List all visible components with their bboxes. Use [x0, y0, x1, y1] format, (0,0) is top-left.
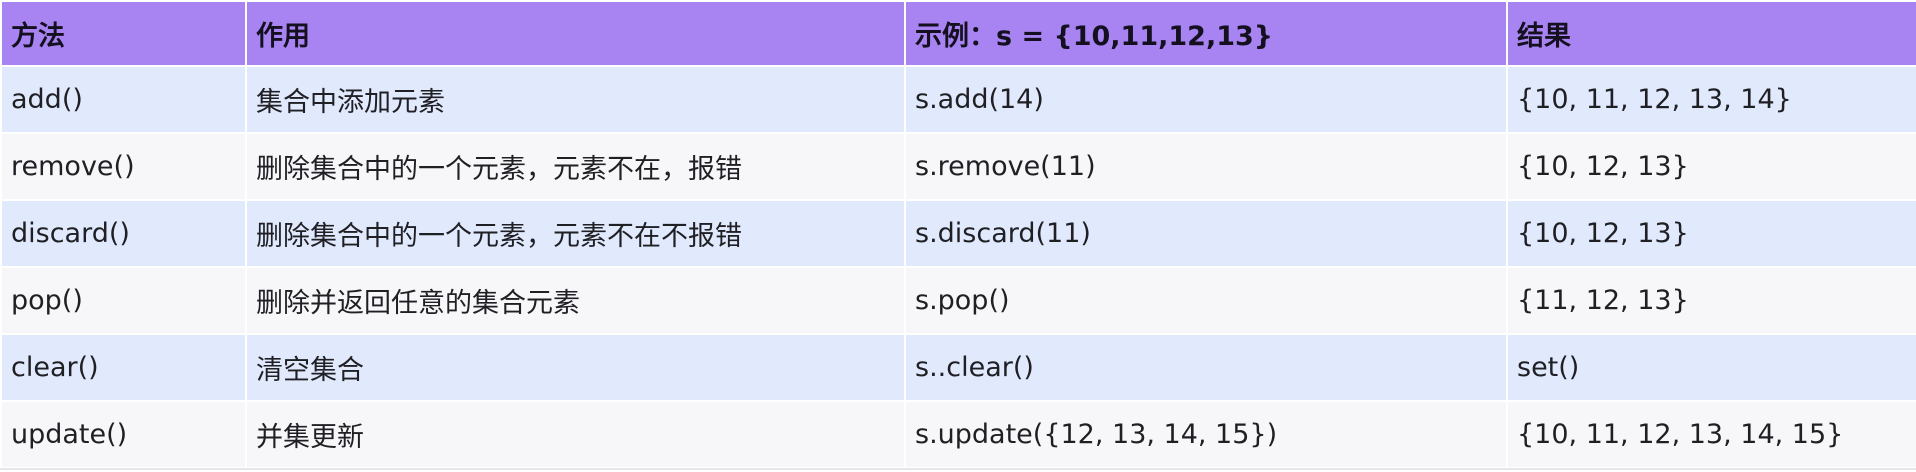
cell-result: {10, 11, 12, 13, 14, 15}: [1506, 400, 1916, 469]
cell-example: s.pop(): [904, 266, 1508, 335]
header-result: 结果: [1506, 0, 1916, 67]
cell-purpose: 删除集合中的一个元素，元素不在，报错: [245, 132, 906, 201]
cell-method: remove(): [0, 132, 247, 201]
cell-result: {11, 12, 13}: [1506, 266, 1916, 335]
cell-purpose: 集合中添加元素: [245, 65, 906, 134]
cell-result: {10, 12, 13}: [1506, 132, 1916, 201]
header-method: 方法: [0, 0, 247, 67]
table-row: discard() 删除集合中的一个元素，元素不在不报错 s.discard(1…: [0, 199, 1916, 268]
table-row: add() 集合中添加元素 s.add(14) {10, 11, 12, 13,…: [0, 65, 1916, 134]
set-methods-table: 方法 作用 示例：s = {10,11,12,13} 结果 add() 集合中添…: [0, 0, 1916, 469]
table-row: update() 并集更新 s.update({12, 13, 14, 15})…: [0, 400, 1916, 469]
cell-method: update(): [0, 400, 247, 469]
cell-example: s.remove(11): [904, 132, 1508, 201]
table-row: pop() 删除并返回任意的集合元素 s.pop() {11, 12, 13}: [0, 266, 1916, 335]
table-header-row: 方法 作用 示例：s = {10,11,12,13} 结果: [0, 0, 1916, 67]
cell-result: {10, 12, 13}: [1506, 199, 1916, 268]
table-bottom-border: [0, 468, 1916, 470]
cell-result: {10, 11, 12, 13, 14}: [1506, 65, 1916, 134]
cell-example: s.discard(11): [904, 199, 1508, 268]
cell-purpose: 清空集合: [245, 333, 906, 402]
cell-method: pop(): [0, 266, 247, 335]
cell-purpose: 并集更新: [245, 400, 906, 469]
cell-example: s.update({12, 13, 14, 15}): [904, 400, 1508, 469]
cell-example: s.add(14): [904, 65, 1508, 134]
cell-purpose: 删除集合中的一个元素，元素不在不报错: [245, 199, 906, 268]
header-purpose: 作用: [245, 0, 906, 67]
cell-method: clear(): [0, 333, 247, 402]
header-example: 示例：s = {10,11,12,13}: [904, 0, 1508, 67]
cell-purpose: 删除并返回任意的集合元素: [245, 266, 906, 335]
cell-result: set(): [1506, 333, 1916, 402]
cell-method: discard(): [0, 199, 247, 268]
cell-example: s..clear(): [904, 333, 1508, 402]
table-row: remove() 删除集合中的一个元素，元素不在，报错 s.remove(11)…: [0, 132, 1916, 201]
cell-method: add(): [0, 65, 247, 134]
table-row: clear() 清空集合 s..clear() set(): [0, 333, 1916, 402]
